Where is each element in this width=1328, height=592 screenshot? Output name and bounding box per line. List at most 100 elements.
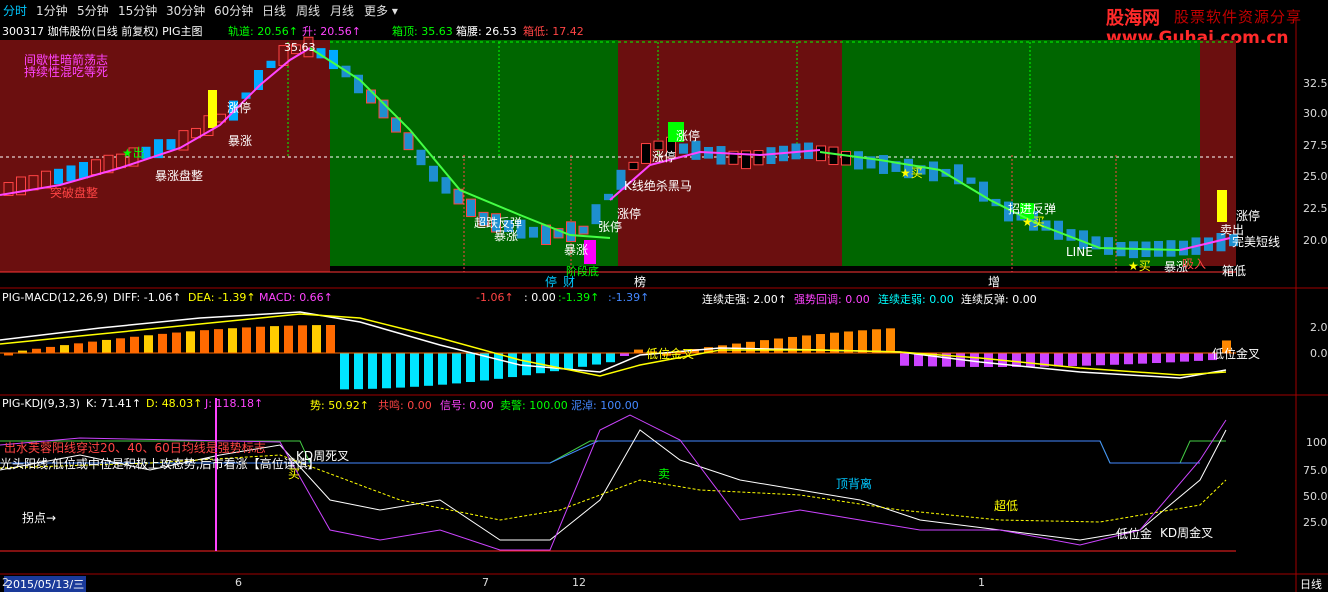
price-tick-5: 22.5: [1303, 202, 1328, 215]
kdj-note-lowgold: 低位金: [1116, 526, 1152, 541]
x-tick-2: 6: [235, 576, 242, 589]
macd-bar: [1026, 353, 1035, 367]
macd-bar: [592, 353, 601, 365]
kdj-note-bald: 光头阳线,低位或中位是积极上攻态势,后市看涨【高位谨慎】: [0, 456, 320, 471]
candle: [653, 140, 664, 151]
candle: [929, 161, 938, 182]
macd-bar: [144, 335, 153, 353]
macd-tick-2: 0.0: [1310, 347, 1328, 360]
candle: [841, 151, 851, 166]
kdj-note-goldcross: KD周金叉: [1160, 525, 1213, 540]
ann-dark-horse: K线绝杀黑马: [624, 178, 692, 193]
macd-bar: [1152, 353, 1161, 364]
ann-line: LINE: [1066, 245, 1093, 259]
macd-bar: [452, 353, 461, 384]
macd-bar: [844, 331, 853, 353]
candle: [91, 159, 101, 175]
macd-bar: [858, 330, 867, 353]
candle: [166, 139, 176, 150]
candle: [529, 226, 538, 238]
ann-oversold-rebound: 超跌反弹: [474, 215, 522, 230]
macd-bar: [424, 353, 433, 386]
ann-rebound: 招进反弹: [1008, 202, 1056, 216]
candle: [828, 146, 839, 166]
macd-bar: [466, 353, 475, 383]
x-tick-5: 1: [978, 576, 985, 589]
macd-bar: [1180, 353, 1189, 362]
macd-bar: [46, 346, 55, 353]
kdj-note-hibiscus: 出水芙蓉阳线穿过20、40、60日均线是强势标志: [4, 440, 266, 455]
macd-bar: [886, 328, 895, 353]
candle: [466, 198, 476, 218]
candle: [79, 162, 88, 179]
candle: [28, 175, 39, 191]
ann-limit-up-1: 涨停: [227, 100, 251, 115]
kdj-j-line: [0, 414, 1227, 551]
macd-bar: [242, 327, 251, 353]
note-2: 持续性混吃等死: [24, 64, 108, 79]
candle: [641, 143, 651, 164]
candle: [266, 60, 276, 68]
ann-limit-3: 涨停: [617, 206, 641, 221]
macd-diff-line: [0, 311, 1227, 379]
macd-bar: [522, 353, 531, 376]
ann-out-1: ★出: [122, 146, 145, 160]
kdj-annotations: 出水芙蓉阳线穿过20、40、60日均线是强势标志 光头阳线,低位或中位是积极上攻…: [0, 440, 1213, 541]
macd-bar: [298, 325, 307, 353]
macd-bar: [774, 338, 783, 353]
macd-bar: [984, 353, 993, 367]
candle: [566, 221, 576, 243]
candle: [766, 147, 776, 165]
candle: [66, 165, 76, 182]
candle: [753, 150, 764, 166]
ann-buy-3: ★买: [1128, 259, 1151, 273]
macd-bar: [158, 333, 167, 353]
candle: [416, 149, 426, 166]
candle: [541, 224, 551, 246]
stock-chart[interactable]: 间歇性暗箭荡志 持续性混吃等死 35.63 箱低 突破盘整 暴涨盘整 ★出 暴涨…: [0, 0, 1328, 592]
macd-bar: [900, 353, 909, 366]
macd-bar: [270, 326, 279, 353]
macd-bar: [130, 336, 139, 353]
macd-bar: [578, 353, 587, 367]
ann-absorb: 吸入: [1182, 257, 1206, 271]
x-tick-1: 2: [2, 576, 9, 589]
ann-breakout: 突破盘整: [50, 185, 98, 200]
ann-limit-4: 涨停: [652, 149, 676, 164]
ann-surge-1: 暴涨: [228, 133, 252, 148]
macd-bar: [60, 345, 69, 353]
candle: [691, 140, 701, 160]
kdj-note-turn: 拐点→: [22, 510, 56, 525]
signal-bar: [1217, 190, 1227, 222]
macd-bar: [172, 332, 181, 353]
macd-bar: [634, 349, 643, 353]
macd-bar: [284, 325, 293, 353]
kdj-note-sell: 卖: [658, 467, 670, 481]
macd-bar: [214, 329, 223, 353]
tag-finance: 财: [563, 275, 575, 289]
ann-surge-consolidate: 暴涨盘整: [155, 168, 203, 183]
macd-bar: [312, 325, 321, 353]
macd-bar: [718, 345, 727, 353]
tag-halt: 停: [545, 274, 557, 289]
period-label[interactable]: 日线: [1300, 576, 1322, 592]
candle: [1104, 237, 1113, 255]
macd-note-1: 低位金叉: [646, 346, 694, 361]
macd-bar: [1138, 353, 1147, 364]
macd-bar: [368, 353, 377, 389]
candle: [966, 177, 976, 184]
kdj-note-buy: 买: [288, 467, 300, 481]
macd-bar: [326, 325, 335, 353]
tag-increase: 增: [988, 275, 1000, 289]
kdj-note-ultralow: 超低: [994, 498, 1018, 513]
high-price-label: 35.63: [284, 41, 316, 54]
macd-bar: [1068, 353, 1077, 367]
tag-list: 榜: [634, 274, 646, 289]
price-tick-2: 30.0: [1303, 107, 1328, 120]
macd-bar: [1082, 353, 1091, 366]
macd-bar: [256, 326, 265, 353]
macd-bar: [88, 341, 97, 353]
macd-bar: [1124, 353, 1133, 365]
ann-buy-1: ★买: [900, 166, 923, 180]
candle: [854, 151, 863, 170]
